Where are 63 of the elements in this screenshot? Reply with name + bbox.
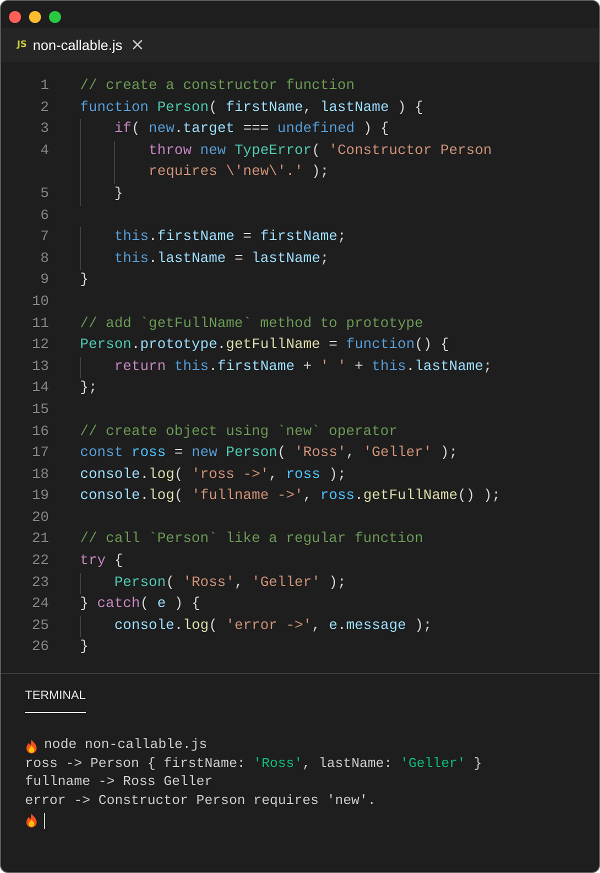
line-number: 8	[39, 250, 49, 269]
maximize-window-button[interactable]	[49, 11, 61, 23]
code-text: if( new.target === undefined ) {	[114, 120, 389, 140]
terminal-output: fullname -> Ross Geller	[25, 774, 213, 792]
code-text: function Person( firstName, lastName ) {	[80, 98, 424, 118]
code-text: // create object using `new` operator	[80, 422, 398, 442]
code-text: Person( 'Ross', 'Geller' );	[114, 574, 346, 593]
javascript-file-icon: JS	[17, 40, 27, 50]
line-number: 10	[30, 292, 49, 312]
code-text: try {	[80, 552, 123, 572]
code-text: return this.firstName + ' ' + this.lastName;	[114, 358, 492, 377]
line-number: 19	[30, 487, 49, 506]
code-text: throw new TypeError( 'Constructor Person	[148, 142, 492, 161]
line-number: 20	[30, 508, 49, 528]
code-text: }	[80, 271, 89, 290]
line-number: 14	[30, 379, 49, 398]
line-number: 26	[30, 638, 49, 658]
terminal-output: error -> Constructor Person requires 'new'.	[25, 792, 376, 811]
code-text: // call `Person` like a regular function	[80, 530, 424, 550]
text-cursor	[44, 812, 45, 829]
close-tab-button[interactable]: ×	[128, 36, 147, 54]
line-number: 23	[30, 574, 49, 593]
line-number: 6	[39, 206, 49, 226]
code-text: // add `getFullName` method to prototype	[80, 314, 424, 334]
command-text: node non-callable.js	[44, 737, 208, 755]
line-number: 17	[30, 444, 49, 464]
tab-title: non-callable.js	[32, 37, 122, 53]
terminal-output: ross -> Person { firstName: 'Ross', lastName: 'Geller' }	[25, 756, 482, 774]
minimize-window-button[interactable]	[29, 11, 41, 23]
code-text: };	[80, 379, 98, 398]
code-text: requires \'new\'.' );	[148, 163, 329, 182]
line-number: 21	[30, 530, 49, 550]
flame-icon	[25, 738, 38, 754]
line-number: 16	[30, 422, 49, 442]
line-number: 4	[39, 142, 49, 161]
code-text: }	[80, 638, 89, 658]
line-number: 3	[39, 120, 49, 140]
line-number: 1	[39, 77, 49, 96]
code-text: console.log( 'fullname ->', ross.getFullName() );	[80, 487, 500, 506]
line-number: 12	[30, 336, 49, 356]
line-number: 11	[30, 314, 49, 334]
code-text: Person.prototype.getFullName = function() {	[80, 336, 449, 356]
flame-icon	[25, 813, 38, 828]
terminal-tab[interactable]: TERMINAL	[25, 686, 86, 713]
line-number: 5	[39, 184, 49, 204]
line-number: 15	[30, 400, 49, 420]
line-number: 18	[30, 466, 49, 485]
close-window-button[interactable]	[9, 11, 21, 23]
line-number: 2	[39, 98, 49, 118]
code-text: console.log( 'ross ->', ross );	[80, 466, 346, 485]
code-text: console.log( 'error ->', e.message );	[114, 616, 432, 636]
code-text: }	[114, 184, 123, 204]
line-number: 22	[30, 552, 49, 572]
code-text: } catch( e ) {	[80, 595, 200, 614]
line-number: 7	[39, 228, 49, 248]
code-text: // create a constructor function	[80, 77, 355, 96]
line-number: 25	[30, 616, 49, 636]
code-text: this.lastName = lastName;	[114, 250, 329, 269]
line-number: 9	[39, 271, 49, 290]
code-text: const ross = new Person( 'Ross', 'Geller' );	[80, 444, 458, 464]
line-number: 24	[30, 595, 49, 614]
code-text: this.firstName = firstName;	[114, 228, 346, 248]
line-number: 13	[30, 358, 49, 377]
